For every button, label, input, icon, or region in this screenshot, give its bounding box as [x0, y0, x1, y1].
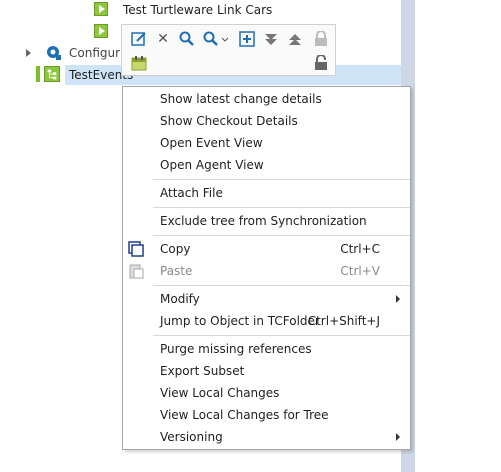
- status-bar-indicator: [36, 66, 40, 82]
- collapse-icon[interactable]: [262, 30, 280, 48]
- menu-item-view-local-changes-tree[interactable]: View Local Changes for Tree: [123, 404, 410, 426]
- menu-item-purge-missing-references[interactable]: Purge missing references: [123, 338, 410, 360]
- expand-icon[interactable]: [286, 30, 304, 48]
- menu-separator: [153, 235, 410, 236]
- paste-icon: [129, 264, 144, 279]
- menu-separator: [153, 285, 410, 286]
- menu-item-copy[interactable]: Copy Ctrl+C: [123, 238, 410, 260]
- expand-arrow-icon[interactable]: [26, 49, 31, 57]
- tree-item[interactable]: Configur: [69, 43, 120, 63]
- gear-icon: [47, 46, 61, 60]
- tree-item-label: Test Turtleware Link Cars: [123, 3, 273, 17]
- add-icon[interactable]: [238, 30, 256, 48]
- edit-icon[interactable]: [130, 30, 148, 48]
- context-menu: Show latest change details Show Checkout…: [122, 86, 411, 450]
- menu-item-view-local-changes[interactable]: View Local Changes: [123, 382, 410, 404]
- unlock-icon[interactable]: [312, 54, 330, 72]
- floating-toolbar: ✕: [121, 24, 336, 76]
- search-dropdown-icon[interactable]: [202, 30, 232, 48]
- menu-item-show-checkout-details[interactable]: Show Checkout Details: [123, 110, 410, 132]
- calendar-icon[interactable]: [130, 54, 148, 72]
- search-icon[interactable]: [178, 30, 196, 48]
- menu-item-modify[interactable]: Modify: [123, 288, 410, 310]
- menu-item-open-agent-view[interactable]: Open Agent View: [123, 154, 410, 176]
- submenu-arrow-icon: [396, 433, 400, 441]
- menu-item-open-event-view[interactable]: Open Event View: [123, 132, 410, 154]
- menu-separator: [153, 335, 410, 336]
- menu-item-jump-to-object[interactable]: Jump to Object in TCFolder Ctrl+Shift+J: [123, 310, 410, 332]
- tree-item[interactable]: Test Turtleware Link Cars: [123, 0, 272, 20]
- menu-separator: [153, 207, 410, 208]
- tree-item-label: Configur: [69, 46, 121, 60]
- test-case-icon: [94, 24, 108, 38]
- menu-item-paste[interactable]: Paste Ctrl+V: [123, 260, 410, 282]
- test-case-icon: [94, 2, 108, 16]
- menu-item-versioning[interactable]: Versioning: [123, 426, 410, 448]
- submenu-arrow-icon: [396, 295, 400, 303]
- menu-item-show-latest-change-details[interactable]: Show latest change details: [123, 88, 410, 110]
- copy-icon: [128, 241, 144, 257]
- menu-separator: [153, 179, 410, 180]
- menu-item-export-subset[interactable]: Export Subset: [123, 360, 410, 382]
- event-tree-icon: [44, 66, 60, 82]
- menu-item-attach-file[interactable]: Attach File: [123, 182, 410, 204]
- delete-icon[interactable]: ✕: [154, 30, 172, 48]
- lock-icon[interactable]: [312, 30, 330, 48]
- menu-item-exclude-tree[interactable]: Exclude tree from Synchronization: [123, 210, 410, 232]
